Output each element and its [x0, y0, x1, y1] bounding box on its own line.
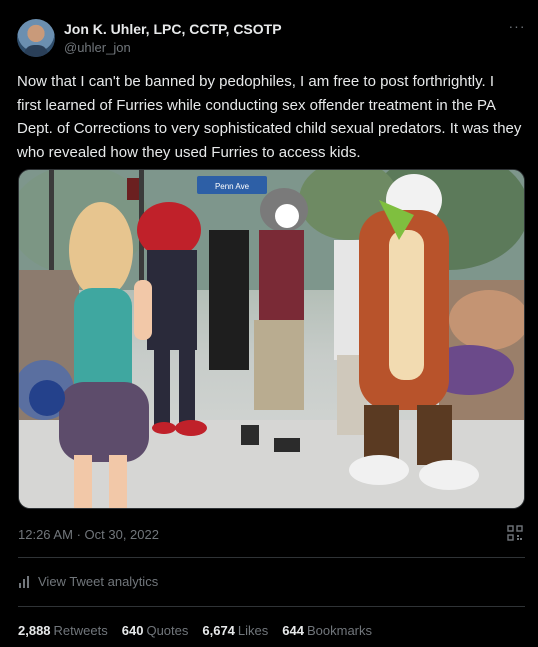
stat-value: 2,888: [18, 623, 51, 638]
stat-label: Retweets: [53, 623, 108, 638]
author-names[interactable]: Jon K. Uhler, LPC, CCTP, CSOTP @uhler_jo…: [64, 20, 282, 57]
stat-value: 640: [121, 623, 144, 638]
stat-value: 6,674: [202, 623, 235, 638]
analytics-label: View Tweet analytics: [38, 574, 159, 589]
quotes-stat[interactable]: 640 Quotes: [122, 623, 189, 638]
qr-code-icon[interactable]: [507, 525, 523, 541]
bookmarks-stat[interactable]: 644 Bookmarks: [282, 623, 372, 638]
tweet-timestamp[interactable]: 12:26 AM · Oct 30, 2022: [18, 527, 159, 542]
parade-photo: Penn Ave: [19, 170, 524, 508]
timestamp-separator: ·: [76, 527, 81, 542]
tweet-text: Now that I can't be banned by pedophiles…: [17, 73, 522, 161]
stat-value: 644: [282, 623, 304, 638]
avatar[interactable]: [17, 19, 55, 57]
bar-chart-icon: [19, 575, 29, 588]
tweet-media-image[interactable]: Penn Ave: [18, 169, 525, 509]
tweet-stats: 2,888 Retweets 640 Quotes 6,674 Likes 644 Bo…: [18, 623, 372, 638]
author-display-name[interactable]: Jon K. Uhler, LPC, CCTP, CSOTP: [64, 20, 282, 38]
divider: [18, 557, 525, 558]
tweet-header: Jon K. Uhler, LPC, CCTP, CSOTP @uhler_jo…: [17, 18, 527, 58]
tweet-time: 12:26 AM: [18, 527, 73, 542]
street-sign-text: Penn Ave: [215, 182, 250, 191]
view-analytics-link[interactable]: View Tweet analytics: [18, 574, 158, 589]
author-handle[interactable]: @uhler_jon: [64, 39, 282, 57]
avatar-shirt: [24, 45, 48, 57]
likes-stat[interactable]: 6,674 Likes: [202, 623, 268, 638]
stat-label: Bookmarks: [306, 623, 373, 638]
divider: [18, 606, 525, 607]
stat-label: Likes: [237, 623, 269, 638]
tweet-card: Jon K. Uhler, LPC, CCTP, CSOTP @uhler_jo…: [0, 0, 538, 647]
tweet-date: Oct 30, 2022: [84, 527, 159, 542]
stat-label: Quotes: [146, 623, 189, 638]
more-icon[interactable]: ···: [507, 18, 527, 34]
retweets-stat[interactable]: 2,888 Retweets: [18, 623, 108, 638]
